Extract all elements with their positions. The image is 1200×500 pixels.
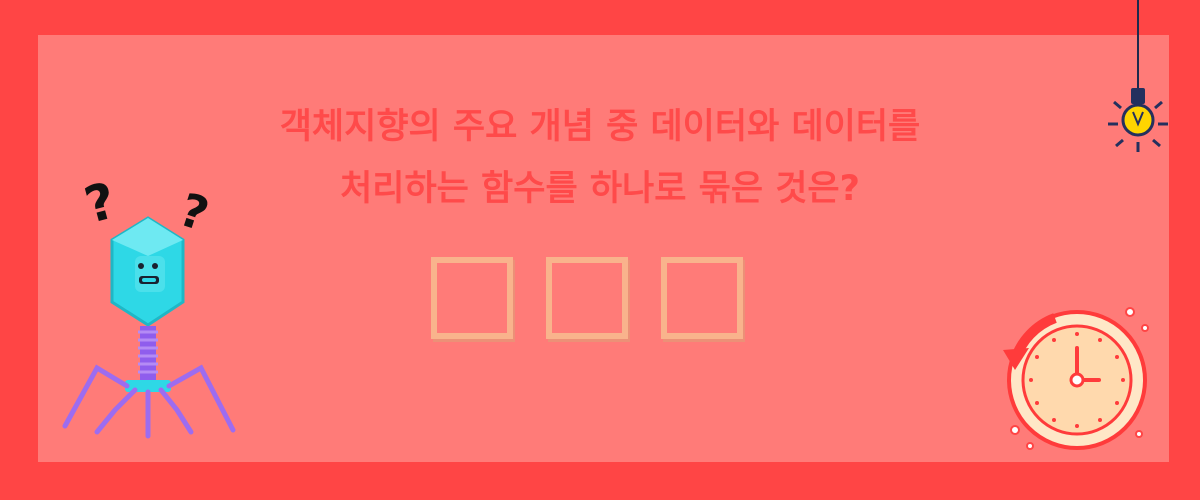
answer-blank-2[interactable] (546, 257, 628, 339)
lightbulb-icon (1108, 0, 1168, 152)
answer-blanks (431, 257, 743, 339)
answer-blank-1[interactable] (431, 257, 513, 339)
virus-mascot-icon: ? ? (62, 171, 236, 439)
answer-blank-3[interactable] (661, 257, 743, 339)
question-mark-right: ? (173, 182, 215, 242)
clock-history-icon (1003, 307, 1149, 450)
question-mark-left: ? (79, 171, 122, 235)
question-line-1: 객체지향의 주요 개념 중 데이터와 데이터를 (279, 107, 921, 147)
